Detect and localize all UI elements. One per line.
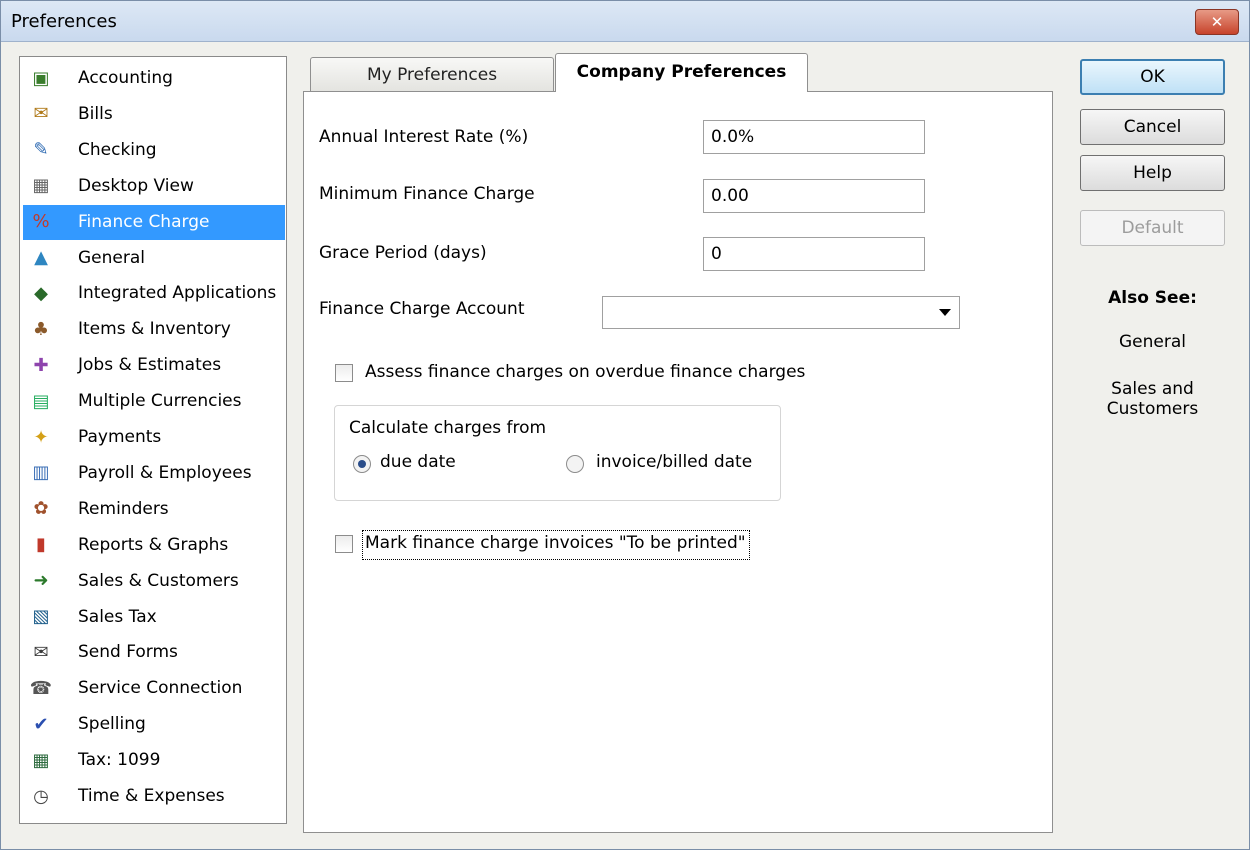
sidebar-item-label: Finance Charge (78, 211, 210, 232)
sidebar-item-label: Send Forms (78, 642, 178, 663)
sidebar-item-label: Sales Tax (78, 606, 157, 627)
tab-company-preferences[interactable]: Company Preferences (555, 53, 808, 92)
sidebar-item-payroll-employees[interactable]: ▥ Payroll & Employees (23, 456, 285, 491)
finance-charge-icon: % (32, 211, 50, 233)
sidebar-item-send-forms[interactable]: ✉ Send Forms (23, 635, 285, 670)
spelling-icon: ✔ (33, 713, 49, 735)
tab-my-preferences[interactable]: My Preferences (310, 57, 554, 91)
default-button: Default (1080, 210, 1225, 246)
service-connection-icon: ☎ (29, 677, 53, 699)
sidebar-item-general[interactable]: ▲ General (23, 241, 285, 276)
interest-rate-input[interactable]: 0.0% (703, 120, 925, 154)
cancel-button[interactable]: Cancel (1080, 109, 1225, 145)
chevron-down-icon[interactable] (939, 309, 951, 316)
sidebar-item-label: Tax: 1099 (78, 750, 161, 771)
jobs-estimates-icon: ✚ (33, 354, 49, 376)
sidebar-item-label: Items & Inventory (78, 319, 231, 340)
sidebar-item-sales-customers[interactable]: ➜ Sales & Customers (23, 564, 285, 599)
sidebar-item-label: Payroll & Employees (78, 462, 252, 483)
sidebar-item-finance-charge[interactable]: % Finance Charge (23, 204, 285, 240)
close-icon: ✕ (1210, 13, 1224, 31)
minimum-charge-label: Minimum Finance Charge (319, 184, 535, 204)
desktop-view-icon: ▦ (32, 175, 50, 197)
minimum-charge-input[interactable]: 0.00 (703, 179, 925, 213)
sidebar-item-integrated-applications[interactable]: ◆ Integrated Applications (23, 276, 285, 311)
assess-charges-label[interactable]: Assess finance charges on overdue financ… (365, 362, 805, 382)
sidebar-item-accounting[interactable]: ▣ Accounting (23, 61, 285, 96)
general-icon: ▲ (34, 247, 48, 268)
sidebar-item-items-inventory[interactable]: ♣ Items & Inventory (23, 312, 285, 347)
finance-account-dropdown[interactable] (602, 296, 960, 329)
sidebar-item-label: Desktop View (78, 175, 194, 196)
reminders-icon: ✿ (33, 498, 49, 520)
sidebar-item-label: Bills (78, 103, 113, 124)
sidebar-item-service-connection[interactable]: ☎ Service Connection (23, 671, 285, 706)
interest-rate-label: Annual Interest Rate (%) (319, 127, 529, 147)
payroll-employees-icon: ▥ (32, 462, 50, 484)
category-list[interactable]: ▣ Accounting ✉ Bills ✎ Checking ▦ Desktop View%… (19, 56, 287, 824)
window-title: Preferences (11, 11, 117, 32)
sidebar-item-label: Time & Expenses (78, 786, 225, 806)
grace-period-input[interactable]: 0 (703, 237, 925, 271)
sidebar-item-label: Jobs & Estimates (78, 355, 222, 376)
time-expenses-icon: ◷ (33, 785, 49, 807)
calculate-charges-label: Calculate charges from (349, 418, 547, 438)
items-inventory-icon: ♣ (32, 318, 50, 340)
sidebar-item-label: Payments (78, 427, 162, 447)
sidebar-item-label: Multiple Currencies (78, 391, 242, 412)
sidebar-item-tax-1099[interactable]: ▦ Tax: 1099 (23, 743, 285, 778)
tax-1099-icon: ▦ (32, 749, 50, 771)
sidebar-item-label: Service Connection (78, 678, 243, 699)
sidebar-item-label: Reports & Graphs (78, 534, 229, 555)
multiple-currencies-icon: ▤ (32, 390, 50, 412)
title-bar[interactable]: Preferences ✕ (1, 1, 1249, 42)
sidebar-item-jobs-estimates[interactable]: ✚ Jobs & Estimates (23, 348, 285, 383)
sidebar-item-payments[interactable]: ✦ Payments (23, 420, 285, 455)
radio-due-date-label[interactable]: due date (380, 452, 456, 472)
sidebar-item-reports-graphs[interactable]: ▮ Reports & Graphs (23, 528, 285, 563)
grace-period-label: Grace Period (days) (319, 243, 487, 263)
radio-due-date[interactable] (353, 455, 371, 473)
integrated-applications-icon: ◆ (34, 282, 48, 304)
sidebar-item-reminders[interactable]: ✿ Reminders (23, 492, 285, 527)
sidebar-item-time-expenses[interactable]: ◷ Time & Expenses (23, 779, 285, 814)
sidebar-item-label: Accounting (78, 68, 173, 88)
sales-tax-icon: ▧ (32, 606, 50, 627)
bills-icon: ✉ (33, 103, 49, 125)
sidebar-item-spelling[interactable]: ✔ Spelling (23, 707, 285, 742)
sidebar-item-multiple-currencies[interactable]: ▤ Multiple Currencies (23, 384, 285, 419)
sales-customers-icon: ➜ (33, 570, 49, 592)
radio-invoice-date-label[interactable]: invoice/billed date (596, 452, 752, 472)
radio-invoice-date[interactable] (566, 455, 584, 473)
finance-account-label: Finance Charge Account (319, 299, 525, 319)
reports-graphs-icon: ▮ (36, 534, 46, 556)
also-see-sales-link[interactable]: Sales and Customers (1080, 379, 1225, 419)
sidebar-item-bills[interactable]: ✉ Bills (23, 97, 285, 132)
sidebar-item-label: General (78, 247, 145, 268)
send-forms-icon: ✉ (33, 641, 49, 663)
help-button[interactable]: Help (1080, 155, 1225, 191)
checking-icon: ✎ (33, 139, 49, 161)
mark-printed-checkbox[interactable] (335, 535, 353, 553)
sidebar-item-label: Checking (78, 139, 157, 160)
sidebar-item-label: Spelling (78, 714, 146, 735)
payments-icon: ✦ (33, 426, 49, 448)
sidebar-item-label: Integrated Applications (78, 283, 277, 304)
mark-printed-label[interactable]: Mark finance charge invoices "To be prin… (365, 533, 746, 553)
ok-button[interactable]: OK (1080, 59, 1225, 95)
sidebar-item-desktop-view[interactable]: ▦ Desktop View (23, 169, 285, 204)
sidebar-item-checking[interactable]: ✎ Checking (23, 133, 285, 168)
assess-charges-checkbox[interactable] (335, 364, 353, 382)
sidebar-item-sales-tax[interactable]: ▧ Sales Tax (23, 600, 285, 635)
also-see-general-link[interactable]: General (1080, 332, 1225, 352)
sidebar-item-label: Reminders (78, 498, 169, 519)
accounting-icon: ▣ (32, 67, 50, 89)
also-see-heading: Also See: (1108, 288, 1197, 308)
sidebar-item-label: Sales & Customers (78, 570, 239, 591)
close-button[interactable]: ✕ (1195, 9, 1239, 35)
